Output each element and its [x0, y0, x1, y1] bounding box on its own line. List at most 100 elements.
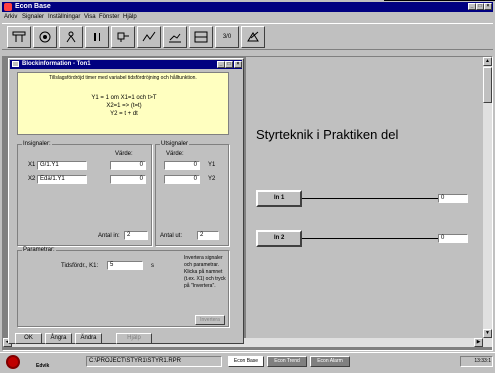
three-zero-button[interactable]: 3/0 [215, 26, 239, 48]
pause-button[interactable] [85, 26, 109, 48]
delay-label[interactable]: Tidsfördr., K1: [61, 263, 98, 269]
taskbar: Edvik C:\PROJECT\STYR1\STYR1.RPR Econ Ba… [0, 352, 495, 373]
ok-button-label: OK [24, 335, 33, 341]
input-x1-label[interactable]: X1 [28, 162, 35, 168]
formula-line-1: Y1 = 1 om X1=1 och t>T [91, 95, 157, 101]
block-description: Tillslagsfördröjd timer med variabel tid… [49, 75, 197, 81]
tab-econ-alarm[interactable]: Econ Alarm [310, 356, 350, 367]
output-y1-value[interactable]: 0 [164, 161, 200, 170]
delay-input[interactable]: 5 [107, 261, 143, 270]
trend-button[interactable] [163, 26, 187, 48]
input-1-wire [302, 198, 438, 199]
delay-unit: s [151, 263, 154, 269]
block-info-dialog: Blockinformation - Ton1 _ □ × Tillslagsf… [8, 58, 244, 344]
description-panel: Tillslagsfördröjd timer med variabel tid… [17, 72, 229, 135]
output-y2-value[interactable]: 0 [164, 175, 200, 184]
input-block-2[interactable]: In 2 [256, 230, 302, 247]
ok-button[interactable]: OK [15, 333, 42, 344]
io-icon [194, 31, 208, 43]
menu-bar: Arkiv Signaler Inställningar Visa Fönste… [2, 13, 493, 22]
logo-text: Edvik [36, 363, 50, 369]
input-x2-label[interactable]: X2 [28, 176, 35, 182]
app-title-bar[interactable]: Econ Base _ □ × [2, 2, 493, 12]
menu-visa[interactable]: Visa [84, 14, 96, 20]
project-path: C:\PROJECT\STYR1\STYR1.RPR [86, 356, 222, 367]
signal-button[interactable] [59, 26, 83, 48]
io-button[interactable] [189, 26, 213, 48]
block-icon [117, 32, 129, 42]
toolbar: 3/0 [2, 23, 493, 50]
outputs-count-label: Antal ut: [160, 233, 183, 239]
andra-button[interactable]: Ändra [75, 333, 102, 344]
input-2-value[interactable]: 0 [438, 234, 468, 243]
menu-hjalp[interactable]: Hjälp [123, 14, 137, 20]
parameters-group-label: Parametrar: [22, 247, 56, 253]
menu-arkiv[interactable]: Arkiv [4, 14, 17, 20]
input-x1-value[interactable]: 0 [110, 161, 146, 170]
inputs-value-header: Värde: [115, 151, 133, 157]
app-maximize-button[interactable]: □ [476, 3, 484, 10]
canvas-heading: Styrteknik i Praktiken del [256, 127, 399, 142]
input-block-1-label: In 1 [274, 195, 285, 201]
input-block-1[interactable]: In 1 [256, 190, 302, 207]
clock: 13:33:1 [460, 356, 493, 367]
outputs-value-header: Värde: [166, 151, 184, 157]
pause-icon [94, 33, 100, 41]
input-x2-signal[interactable]: Eda/1.Y1 [37, 175, 87, 184]
canvas-vertical-scrollbar[interactable]: ▲ ▼ [483, 57, 492, 338]
menu-signaler[interactable]: Signaler [22, 14, 44, 20]
scroll-right-button[interactable]: ▶ [474, 338, 483, 347]
output-y1-label[interactable]: Y1 [208, 162, 215, 168]
app-title: Econ Base [15, 3, 51, 10]
hjalp-button[interactable]: Hjälp [116, 333, 152, 344]
input-x2-value[interactable]: 0 [110, 175, 146, 184]
watch-button[interactable] [33, 26, 57, 48]
invert-button[interactable]: Invertera [195, 315, 225, 325]
dialog-minimize-button[interactable]: _ [217, 61, 225, 68]
dialog-maximize-button[interactable]: □ [225, 61, 233, 68]
angra-button[interactable]: Ångra [45, 333, 72, 344]
app-icon[interactable] [4, 3, 12, 11]
outputs-group-label: Utsignaler [160, 141, 190, 147]
invert-hint: Invertera signaler och parametrar. Klick… [184, 255, 226, 289]
tab-econ-base[interactable]: Econ Base [228, 356, 264, 367]
watch-icon [39, 31, 51, 43]
formula-line-3: Y2 = t + dt [110, 111, 138, 117]
menu-fonster[interactable]: Fönster [99, 14, 119, 20]
app-close-button[interactable]: × [484, 3, 492, 10]
andra-button-label: Ändra [80, 335, 97, 341]
parameters-group: Parametrar: Tidsfördr., K1: 5 s Inverter… [17, 247, 229, 327]
formula-line-2: X2=1 => (t=t) [106, 103, 142, 109]
menu-installningar[interactable]: Inställningar [48, 14, 80, 20]
scroll-up-button[interactable]: ▲ [483, 57, 492, 66]
new-button[interactable] [7, 26, 31, 48]
logo-icon[interactable] [6, 355, 20, 369]
inputs-group-label: Insignaler: [22, 141, 52, 147]
hjalp-button-label: Hjälp [127, 335, 141, 341]
graph-button[interactable] [137, 26, 161, 48]
inputs-count-label: Antal in: [98, 233, 120, 239]
three-zero-label: 3/0 [222, 34, 232, 40]
invert-button-label: Invertera [200, 317, 220, 323]
tab-econ-trend[interactable]: Econ Trend [267, 356, 307, 367]
new-icon [12, 31, 26, 42]
dialog-title-bar[interactable]: Blockinformation - Ton1 _ □ × [10, 60, 242, 69]
scroll-thumb[interactable] [483, 67, 492, 103]
window-edge [384, 0, 495, 1]
inputs-count[interactable]: 2 [124, 231, 148, 240]
output-y2-label[interactable]: Y2 [208, 176, 215, 182]
dialog-close-button[interactable]: × [234, 61, 242, 68]
input-1-value[interactable]: 0 [438, 194, 468, 203]
scroll-down-button[interactable]: ▼ [483, 329, 492, 338]
outputs-count[interactable]: 2 [197, 231, 219, 240]
canvas-window: Styrteknik i Praktiken del In 1 0 In 2 0 [246, 57, 483, 338]
help-icon [247, 31, 259, 42]
input-2-wire [302, 238, 438, 239]
block-button[interactable] [111, 26, 135, 48]
inputs-group: Insignaler: Värde: X1 G/1.Y1 0 X2 Eda/1.… [17, 141, 152, 246]
input-x1-signal[interactable]: G/1.Y1 [37, 161, 87, 170]
signal-icon [66, 31, 76, 43]
angra-button-label: Ångra [50, 335, 67, 341]
help-button[interactable] [241, 26, 265, 48]
app-minimize-button[interactable]: _ [468, 3, 476, 10]
